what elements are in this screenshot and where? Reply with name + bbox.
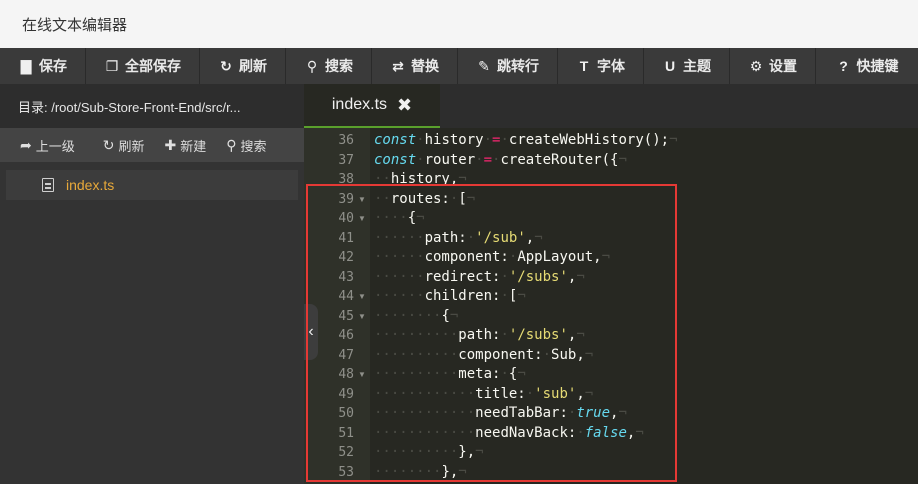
collapse-sidebar-handle[interactable]: ‹ [304, 304, 318, 360]
search-icon: ⚲ [306, 57, 318, 74]
line-number: 38 [338, 172, 354, 187]
code-editor[interactable]: 36 37 38 39 ▼ 40 ▼ 41 42 43 44 ▼ 45 ▼ 46 47 48 ▼ 49 50 51 52 5… [304, 128, 918, 484]
line-number: 36 [338, 133, 354, 148]
code-line[interactable]: ··········},¬ [374, 443, 918, 463]
font-icon: T [579, 58, 589, 74]
theme-button[interactable]: U 主题 [644, 48, 730, 84]
code-line[interactable]: ············needNavBack:·false,¬ [374, 424, 918, 444]
line-number: 49 [338, 386, 354, 402]
save-all-icon: ❐ [105, 57, 119, 74]
code-line[interactable]: ······children:·[¬ [374, 287, 918, 307]
code-line[interactable]: const·router·=·createRouter({¬ [374, 151, 918, 171]
line-number: 53 [338, 464, 354, 480]
tab-label: index.ts [331, 96, 388, 113]
code-line[interactable]: ············needTabBar:·true,¬ [374, 404, 918, 424]
directory-path: 目录: /root/Sub-Store-Front-End/src/r... [0, 84, 304, 128]
code-line[interactable]: const·history·=·createWebHistory();¬ [374, 131, 918, 151]
code-area[interactable]: const·history·=·createWebHistory();¬ cons… [374, 131, 918, 482]
code-line[interactable]: ········},¬ [374, 463, 918, 483]
line-number: 50 [338, 406, 354, 421]
save-icon: ▇ [20, 57, 32, 74]
code-line[interactable]: ····{¬ [374, 209, 918, 229]
code-line[interactable]: ······component:·AppLayout,¬ [374, 248, 918, 268]
line-number: 42 [338, 250, 354, 265]
code-line[interactable]: ··········meta:·{¬ [374, 365, 918, 385]
refresh-icon: ↻ [102, 136, 115, 153]
file-name: index.ts [66, 177, 115, 193]
sidebar-search-button[interactable]: ⚲ 搜索 [226, 136, 266, 155]
code-line[interactable]: ··········component:·Sub,¬ [374, 346, 918, 366]
line-number: 37 [338, 152, 354, 168]
fold-arrow-icon[interactable]: ▼ [358, 307, 366, 327]
fold-arrow-icon[interactable]: ▼ [358, 365, 366, 385]
font-button[interactable]: T 字体 [558, 48, 644, 84]
goto-line-button[interactable]: ✎ 跳转行 [458, 48, 558, 84]
code-line[interactable]: ········{¬ [374, 307, 918, 327]
code-line[interactable]: ······redirect:·'/subs',¬ [374, 268, 918, 288]
app-title: 在线文本编辑器 [22, 16, 128, 34]
editor-tab-bar: index.ts ✖ [304, 84, 918, 128]
plus-icon: ✚ [164, 136, 177, 153]
save-all-button[interactable]: ❐ 全部保存 [86, 48, 200, 84]
sidebar-refresh-button[interactable]: ↻ 刷新 [103, 136, 145, 155]
file-list: index.ts [0, 162, 304, 200]
line-number: 52 [338, 445, 354, 460]
replace-icon: ⇄ [392, 57, 404, 74]
search-button[interactable]: ⚲ 搜索 [286, 48, 372, 84]
code-line[interactable]: ··history,¬ [374, 170, 918, 190]
settings-button[interactable]: ⚙ 设置 [730, 48, 816, 84]
tab-index-ts[interactable]: index.ts ✖ [304, 84, 440, 128]
gear-icon: ⚙ [749, 57, 763, 74]
line-number: 48 [338, 367, 354, 382]
file-sidebar: 目录: /root/Sub-Store-Front-End/src/r... ➦… [0, 84, 304, 484]
file-item-index-ts[interactable]: index.ts [6, 170, 298, 200]
close-icon[interactable]: ✖ [397, 95, 412, 116]
save-button[interactable]: ▇ 保存 [0, 48, 86, 84]
parent-dir-button[interactable]: ➦ 上一级 [20, 136, 75, 155]
line-number: 39 [338, 191, 354, 207]
line-number: 41 [338, 230, 354, 246]
help-icon: ? [839, 58, 848, 74]
pin-icon: ✎ [478, 57, 490, 74]
line-number: 51 [338, 425, 354, 441]
chevron-left-icon: ‹ [308, 323, 314, 340]
line-number: 43 [338, 269, 354, 285]
toolbar: ▇ 保存 ❐ 全部保存 ↻ 刷新 ⚲ 搜索 ⇄ 替换 ✎ 跳转行 T 字体 U … [0, 48, 918, 84]
app-title-bar: 在线文本编辑器 [0, 0, 918, 48]
replace-button[interactable]: ⇄ 替换 [372, 48, 458, 84]
shortcuts-button[interactable]: ? 快捷键 [816, 48, 918, 84]
refresh-icon: ↻ [220, 57, 232, 74]
arrow-up-icon: ➦ [20, 136, 32, 153]
new-file-button[interactable]: ✚ 新建 [165, 136, 207, 155]
refresh-button[interactable]: ↻ 刷新 [200, 48, 286, 84]
sidebar-actions: ➦ 上一级 ↻ 刷新 ✚ 新建 ⚲ 搜索 [0, 128, 304, 162]
theme-icon: U [664, 58, 676, 74]
fold-arrow-icon[interactable]: ▼ [358, 287, 366, 307]
code-line[interactable]: ··········path:·'/subs',¬ [374, 326, 918, 346]
file-icon [42, 178, 54, 192]
fold-arrow-icon[interactable]: ▼ [358, 190, 366, 210]
code-line[interactable]: ············title:·'sub',¬ [374, 385, 918, 405]
fold-arrow-icon[interactable]: ▼ [358, 209, 366, 229]
search-icon: ⚲ [226, 136, 237, 153]
line-number: 40 [338, 211, 354, 226]
code-line[interactable]: ······path:·'/sub',¬ [374, 229, 918, 249]
code-line[interactable]: ··routes:·[¬ [374, 190, 918, 210]
